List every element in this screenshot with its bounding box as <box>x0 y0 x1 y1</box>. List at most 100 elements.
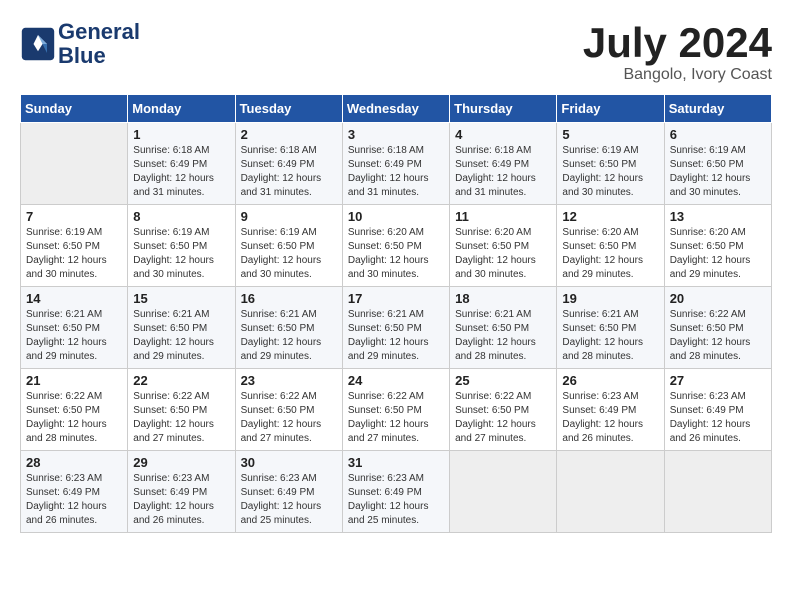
day-number: 2 <box>241 127 337 142</box>
day-info: Sunrise: 6:19 AM Sunset: 6:50 PM Dayligh… <box>133 226 229 282</box>
day-info: Sunrise: 6:18 AM Sunset: 6:49 PM Dayligh… <box>133 144 229 200</box>
calendar-cell: 8 Sunrise: 6:19 AM Sunset: 6:50 PM Daylig… <box>128 205 235 287</box>
day-info: Sunrise: 6:23 AM Sunset: 6:49 PM Dayligh… <box>26 472 122 528</box>
page-header: General Blue July 2024 Bangolo, Ivory Co… <box>20 20 772 84</box>
day-info: Sunrise: 6:20 AM Sunset: 6:50 PM Dayligh… <box>670 226 766 282</box>
day-info: Sunrise: 6:23 AM Sunset: 6:49 PM Dayligh… <box>133 472 229 528</box>
day-number: 10 <box>348 209 444 224</box>
day-number: 25 <box>455 373 551 388</box>
day-header-monday: Monday <box>128 95 235 123</box>
calendar-cell: 10 Sunrise: 6:20 AM Sunset: 6:50 PM Dayli… <box>342 205 449 287</box>
day-number: 8 <box>133 209 229 224</box>
day-number: 14 <box>26 291 122 306</box>
calendar-cell <box>21 123 128 205</box>
calendar-cell: 9 Sunrise: 6:19 AM Sunset: 6:50 PM Daylig… <box>235 205 342 287</box>
day-number: 28 <box>26 455 122 470</box>
day-number: 22 <box>133 373 229 388</box>
day-number: 30 <box>241 455 337 470</box>
calendar-cell: 18 Sunrise: 6:21 AM Sunset: 6:50 PM Dayli… <box>450 287 557 369</box>
day-info: Sunrise: 6:20 AM Sunset: 6:50 PM Dayligh… <box>348 226 444 282</box>
day-header-thursday: Thursday <box>450 95 557 123</box>
calendar-cell: 2 Sunrise: 6:18 AM Sunset: 6:49 PM Daylig… <box>235 123 342 205</box>
title-block: July 2024 Bangolo, Ivory Coast <box>583 20 772 84</box>
calendar-cell: 17 Sunrise: 6:21 AM Sunset: 6:50 PM Dayli… <box>342 287 449 369</box>
calendar-cell: 28 Sunrise: 6:23 AM Sunset: 6:49 PM Dayli… <box>21 451 128 533</box>
calendar-cell: 15 Sunrise: 6:21 AM Sunset: 6:50 PM Dayli… <box>128 287 235 369</box>
day-number: 1 <box>133 127 229 142</box>
day-info: Sunrise: 6:19 AM Sunset: 6:50 PM Dayligh… <box>670 144 766 200</box>
calendar-week-row: 28 Sunrise: 6:23 AM Sunset: 6:49 PM Dayli… <box>21 451 772 533</box>
day-info: Sunrise: 6:21 AM Sunset: 6:50 PM Dayligh… <box>562 308 658 364</box>
calendar-table: SundayMondayTuesdayWednesdayThursdayFrid… <box>20 94 772 533</box>
day-number: 24 <box>348 373 444 388</box>
day-number: 9 <box>241 209 337 224</box>
day-number: 5 <box>562 127 658 142</box>
calendar-cell: 6 Sunrise: 6:19 AM Sunset: 6:50 PM Daylig… <box>664 123 771 205</box>
day-number: 18 <box>455 291 551 306</box>
calendar-cell <box>664 451 771 533</box>
day-number: 12 <box>562 209 658 224</box>
day-info: Sunrise: 6:21 AM Sunset: 6:50 PM Dayligh… <box>241 308 337 364</box>
day-info: Sunrise: 6:21 AM Sunset: 6:50 PM Dayligh… <box>26 308 122 364</box>
calendar-week-row: 7 Sunrise: 6:19 AM Sunset: 6:50 PM Daylig… <box>21 205 772 287</box>
day-number: 16 <box>241 291 337 306</box>
day-info: Sunrise: 6:20 AM Sunset: 6:50 PM Dayligh… <box>562 226 658 282</box>
day-info: Sunrise: 6:23 AM Sunset: 6:49 PM Dayligh… <box>348 472 444 528</box>
calendar-cell: 5 Sunrise: 6:19 AM Sunset: 6:50 PM Daylig… <box>557 123 664 205</box>
day-info: Sunrise: 6:19 AM Sunset: 6:50 PM Dayligh… <box>241 226 337 282</box>
month-title: July 2024 <box>583 20 772 66</box>
day-info: Sunrise: 6:20 AM Sunset: 6:50 PM Dayligh… <box>455 226 551 282</box>
calendar-cell: 29 Sunrise: 6:23 AM Sunset: 6:49 PM Dayli… <box>128 451 235 533</box>
day-info: Sunrise: 6:18 AM Sunset: 6:49 PM Dayligh… <box>241 144 337 200</box>
logo-icon <box>20 26 56 62</box>
day-number: 23 <box>241 373 337 388</box>
calendar-header-row: SundayMondayTuesdayWednesdayThursdayFrid… <box>21 95 772 123</box>
calendar-cell <box>450 451 557 533</box>
calendar-cell: 11Sunrise: 6:20 AM Sunset: 6:50 PM Dayli… <box>450 205 557 287</box>
calendar-cell: 16 Sunrise: 6:21 AM Sunset: 6:50 PM Dayli… <box>235 287 342 369</box>
calendar-cell: 1 Sunrise: 6:18 AM Sunset: 6:49 PM Daylig… <box>128 123 235 205</box>
calendar-cell: 7Sunrise: 6:19 AM Sunset: 6:50 PM Daylig… <box>21 205 128 287</box>
day-number: 19 <box>562 291 658 306</box>
day-number: 15 <box>133 291 229 306</box>
logo-text: General Blue <box>58 20 140 68</box>
calendar-cell: 4Sunrise: 6:18 AM Sunset: 6:49 PM Daylig… <box>450 123 557 205</box>
day-info: Sunrise: 6:22 AM Sunset: 6:50 PM Dayligh… <box>133 390 229 446</box>
day-number: 31 <box>348 455 444 470</box>
day-number: 26 <box>562 373 658 388</box>
day-number: 13 <box>670 209 766 224</box>
calendar-cell: 20Sunrise: 6:22 AM Sunset: 6:50 PM Dayli… <box>664 287 771 369</box>
day-number: 29 <box>133 455 229 470</box>
calendar-week-row: 14 Sunrise: 6:21 AM Sunset: 6:50 PM Dayli… <box>21 287 772 369</box>
calendar-week-row: 21Sunrise: 6:22 AM Sunset: 6:50 PM Dayli… <box>21 369 772 451</box>
calendar-cell: 27Sunrise: 6:23 AM Sunset: 6:49 PM Dayli… <box>664 369 771 451</box>
day-info: Sunrise: 6:22 AM Sunset: 6:50 PM Dayligh… <box>241 390 337 446</box>
calendar-cell: 23 Sunrise: 6:22 AM Sunset: 6:50 PM Dayli… <box>235 369 342 451</box>
day-number: 4 <box>455 127 551 142</box>
calendar-cell: 12 Sunrise: 6:20 AM Sunset: 6:50 PM Dayli… <box>557 205 664 287</box>
day-info: Sunrise: 6:19 AM Sunset: 6:50 PM Dayligh… <box>562 144 658 200</box>
calendar-cell: 26 Sunrise: 6:23 AM Sunset: 6:49 PM Dayli… <box>557 369 664 451</box>
location-title: Bangolo, Ivory Coast <box>583 66 772 84</box>
day-header-friday: Friday <box>557 95 664 123</box>
calendar-week-row: 1 Sunrise: 6:18 AM Sunset: 6:49 PM Daylig… <box>21 123 772 205</box>
calendar-cell: 22 Sunrise: 6:22 AM Sunset: 6:50 PM Dayli… <box>128 369 235 451</box>
day-info: Sunrise: 6:23 AM Sunset: 6:49 PM Dayligh… <box>241 472 337 528</box>
day-info: Sunrise: 6:22 AM Sunset: 6:50 PM Dayligh… <box>26 390 122 446</box>
day-info: Sunrise: 6:22 AM Sunset: 6:50 PM Dayligh… <box>670 308 766 364</box>
day-header-saturday: Saturday <box>664 95 771 123</box>
day-number: 27 <box>670 373 766 388</box>
calendar-cell: 25 Sunrise: 6:22 AM Sunset: 6:50 PM Dayli… <box>450 369 557 451</box>
day-number: 7 <box>26 209 122 224</box>
day-number: 17 <box>348 291 444 306</box>
day-info: Sunrise: 6:22 AM Sunset: 6:50 PM Dayligh… <box>455 390 551 446</box>
day-number: 6 <box>670 127 766 142</box>
calendar-cell: 19 Sunrise: 6:21 AM Sunset: 6:50 PM Dayli… <box>557 287 664 369</box>
calendar-cell <box>557 451 664 533</box>
day-info: Sunrise: 6:23 AM Sunset: 6:49 PM Dayligh… <box>562 390 658 446</box>
day-info: Sunrise: 6:21 AM Sunset: 6:50 PM Dayligh… <box>455 308 551 364</box>
day-number: 3 <box>348 127 444 142</box>
calendar-cell: 3Sunrise: 6:18 AM Sunset: 6:49 PM Daylig… <box>342 123 449 205</box>
day-info: Sunrise: 6:21 AM Sunset: 6:50 PM Dayligh… <box>348 308 444 364</box>
day-info: Sunrise: 6:21 AM Sunset: 6:50 PM Dayligh… <box>133 308 229 364</box>
